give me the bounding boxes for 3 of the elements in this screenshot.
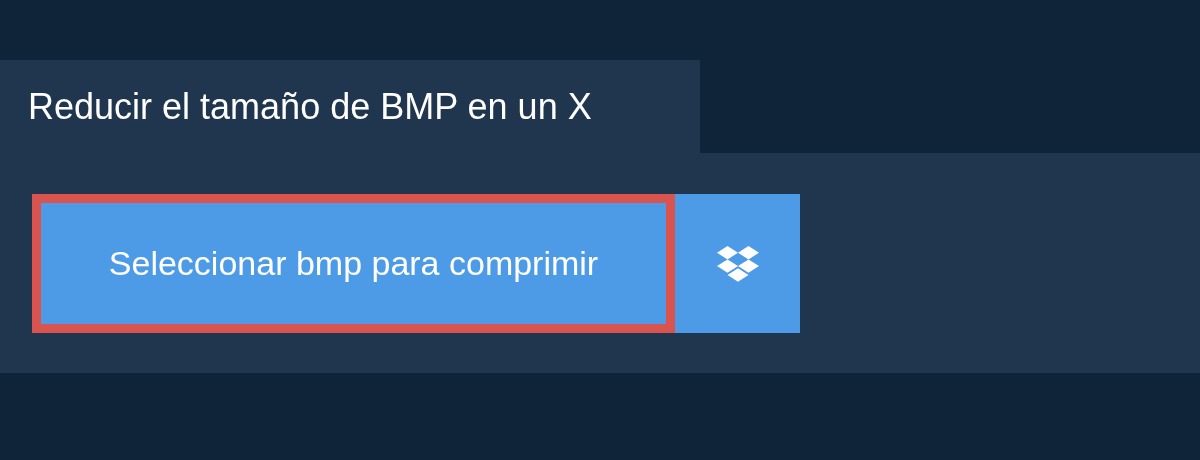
select-file-button[interactable]: Seleccionar bmp para comprimir [32,194,675,333]
dropbox-button[interactable] [675,194,800,333]
dropbox-icon [716,245,759,282]
